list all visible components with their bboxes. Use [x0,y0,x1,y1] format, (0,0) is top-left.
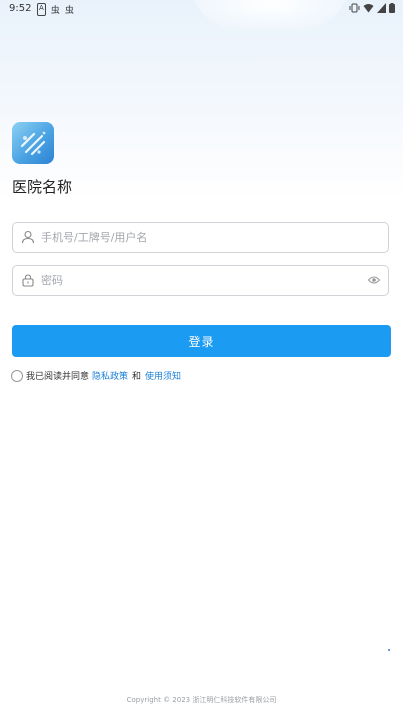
login-button[interactable]: 登录 [12,325,391,357]
agreement-prefix: 我已阅读并同意 [26,372,90,382]
header-background [0,0,403,200]
notification-icons: A 虫 虫 [37,3,74,16]
agreement-and: 和 [132,372,142,382]
a-notification-icon: A [37,3,46,16]
eye-icon[interactable] [368,275,380,285]
lock-icon [22,274,34,287]
bug-icon: 虫 [64,6,74,16]
agreement-row: 我已阅读并同意 隐私政策 和 使用须知 [11,369,181,382]
username-input[interactable] [41,223,361,252]
password-input[interactable] [41,266,361,295]
bug-icon: 虫 [50,6,60,16]
logo-graphic-icon [20,131,46,156]
wifi-icon [363,4,374,13]
hospital-logo [12,122,54,164]
hospital-name: 医院名称 [12,178,73,196]
terms-link[interactable]: 使用须知 [145,369,181,382]
copyright-text: Copyright © 2023 浙江明仁科技软件有限公司 [126,696,277,704]
agree-checkbox[interactable] [11,369,23,382]
vibrate-icon [349,3,360,13]
signal-icon [377,3,386,13]
user-icon [21,230,35,244]
privacy-policy-link[interactable]: 隐私政策 [92,369,128,382]
password-field[interactable] [12,265,389,296]
decorative-dot [388,649,390,651]
battery-icon [389,3,395,13]
status-time: 9:52 [9,3,32,14]
status-bar: 9:52 A 虫 虫 [0,0,403,18]
username-field[interactable] [12,222,389,253]
system-icons [349,3,395,13]
